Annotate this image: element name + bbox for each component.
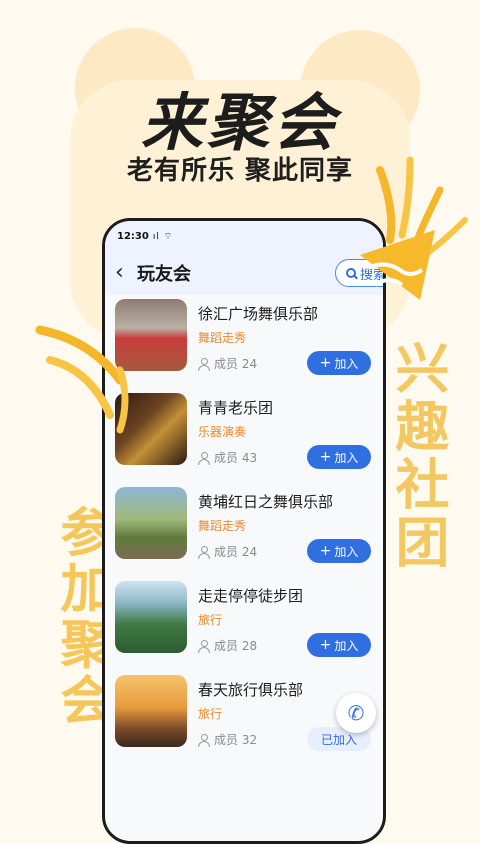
- club-name: 青青老乐团: [198, 399, 274, 417]
- club-name: 走走停停徒步团: [198, 587, 304, 605]
- user-icon: [198, 545, 210, 559]
- join-label: 加入: [334, 638, 359, 653]
- club-thumbnail: [115, 675, 187, 747]
- member-number: 28: [241, 638, 258, 653]
- plus-icon: +: [319, 449, 332, 465]
- list-item[interactable]: 春天旅行俱乐部 旅行 成员 32 已加入: [115, 675, 373, 769]
- join-button[interactable]: + 加入: [307, 539, 371, 563]
- page-title: 玩友会: [137, 264, 191, 285]
- member-count: 成员 28: [198, 637, 257, 654]
- user-icon: [198, 733, 210, 747]
- decor-text-right: 兴趣社团: [386, 340, 449, 572]
- streamer-decoration: [35, 325, 129, 434]
- club-thumbnail: [115, 487, 187, 559]
- join-label: 加入: [334, 450, 359, 465]
- join-button[interactable]: + 加入: [307, 445, 371, 469]
- user-icon: [198, 451, 210, 465]
- club-thumbnail: [115, 581, 187, 653]
- member-count: 成员 24: [198, 355, 257, 372]
- member-number: 43: [241, 450, 258, 465]
- club-tag: 舞蹈走秀: [198, 519, 247, 533]
- member-label: 成员: [214, 733, 239, 747]
- phone-icon[interactable]: ✆: [336, 693, 376, 733]
- banner-headline: 来聚会: [140, 86, 339, 159]
- join-button[interactable]: + 加入: [307, 633, 371, 657]
- club-tag: 乐器演奏: [198, 425, 247, 439]
- member-label: 成员: [214, 545, 239, 559]
- member-count: 成员 43: [198, 449, 257, 466]
- user-icon: [198, 639, 210, 653]
- join-label: 加入: [334, 356, 359, 371]
- member-label: 成员: [214, 639, 239, 653]
- member-number: 24: [241, 544, 258, 559]
- club-tag: 舞蹈走秀: [198, 331, 247, 345]
- list-item[interactable]: 徐汇广场舞俱乐部 舞蹈走秀 成员 24 + 加入: [115, 299, 373, 393]
- member-label: 成员: [214, 451, 239, 465]
- chevron-left-icon[interactable]: ‹: [115, 262, 133, 284]
- plus-icon: +: [319, 355, 332, 371]
- plus-icon: +: [319, 637, 332, 653]
- party-popper-icon: [360, 156, 468, 300]
- status-time: 12:30: [117, 230, 149, 242]
- plus-icon: +: [319, 543, 332, 559]
- list-item[interactable]: 青青老乐团 乐器演奏 成员 43 + 加入: [115, 393, 373, 487]
- list-item[interactable]: 走走停停徒步团 旅行 成员 28 + 加入: [115, 581, 373, 675]
- club-name: 黄埔红日之舞俱乐部: [198, 493, 334, 511]
- signal-icon: ıl ⌔: [152, 231, 174, 242]
- member-count: 成员 32: [198, 731, 257, 748]
- user-icon: [198, 357, 210, 371]
- member-number: 32: [241, 732, 258, 747]
- join-button[interactable]: + 加入: [307, 351, 371, 375]
- member-label: 成员: [214, 357, 239, 371]
- member-number: 24: [241, 356, 258, 371]
- join-label: 加入: [334, 544, 359, 559]
- list-item[interactable]: 黄埔红日之舞俱乐部 舞蹈走秀 成员 24 + 加入: [115, 487, 373, 581]
- member-count: 成员 24: [198, 543, 257, 560]
- club-tag: 旅行: [198, 613, 223, 627]
